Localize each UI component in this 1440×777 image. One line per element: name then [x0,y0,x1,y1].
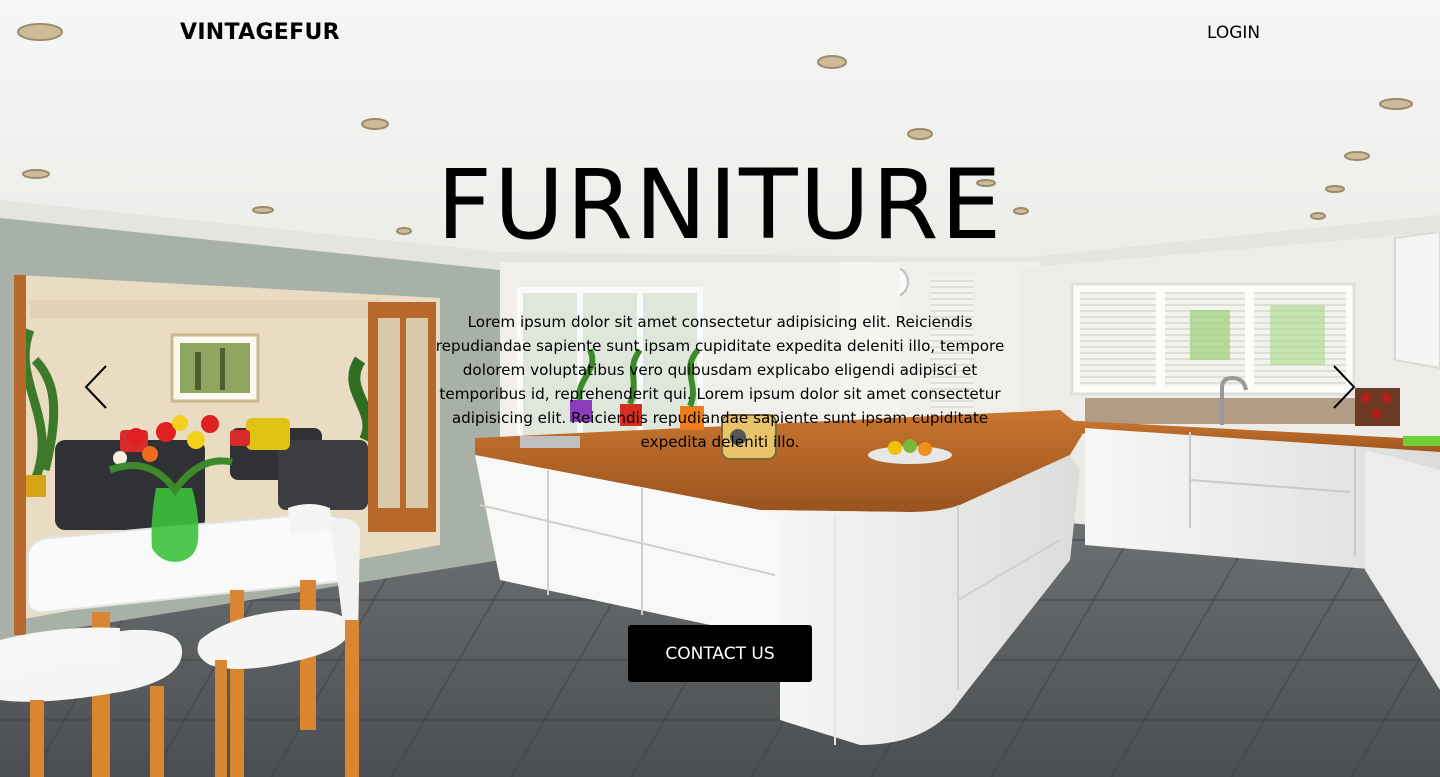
chevron-right-icon [1333,365,1356,409]
top-navbar: VINTAGEFUR LOGIN [0,0,1440,66]
hero-carousel: VINTAGEFUR LOGIN FURNITURE Lorem ipsum d… [0,0,1440,777]
login-link[interactable]: LOGIN [1207,22,1260,44]
hero-description: Lorem ipsum dolor sit amet consectetur a… [435,313,1005,451]
chevron-left-icon [84,365,107,409]
contact-us-button[interactable]: CONTACT US [628,625,812,682]
brand-logo[interactable]: VINTAGEFUR [180,19,340,47]
carousel-next-button[interactable] [1324,362,1364,412]
hero-headline: FURNITURE [436,149,1004,261]
carousel-prev-button[interactable] [76,362,116,412]
